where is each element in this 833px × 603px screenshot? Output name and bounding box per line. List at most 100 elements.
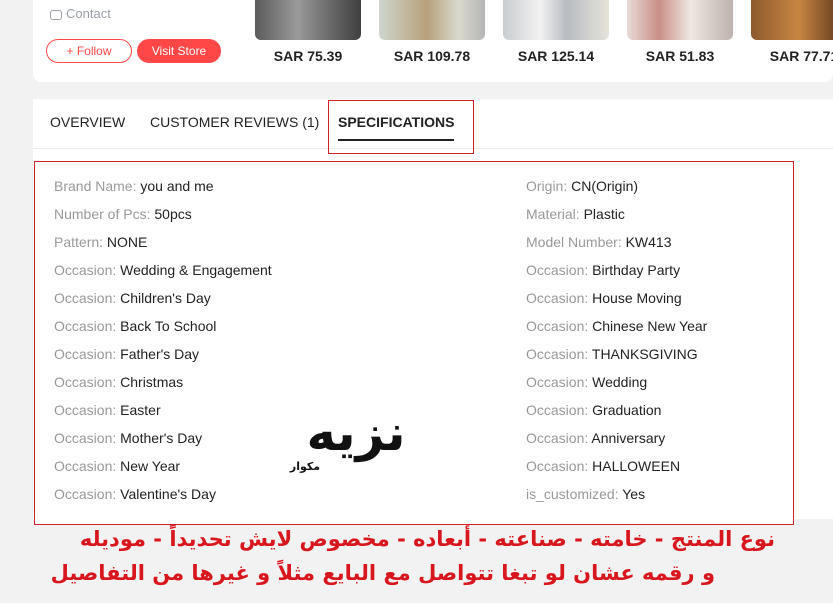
spec-value: you and me bbox=[140, 178, 214, 194]
spec-key: Occasion: bbox=[54, 290, 117, 306]
spec-value: Mother's Day bbox=[120, 430, 203, 446]
spec-key: Occasion: bbox=[54, 486, 117, 502]
spec-key: Occasion: bbox=[54, 318, 117, 334]
spec-value: 50pcs bbox=[154, 206, 192, 222]
spec-key: Occasion: bbox=[526, 430, 589, 446]
spec-value: Chinese New Year bbox=[592, 318, 708, 334]
specs-column-right: Origin: CN(Origin) Material: Plastic Mod… bbox=[526, 177, 707, 513]
spec-row: is_customized: Yes bbox=[526, 485, 707, 513]
product-thumbnail[interactable] bbox=[751, 0, 833, 40]
spec-value: New Year bbox=[120, 458, 181, 474]
product-price: SAR 77.71 bbox=[769, 48, 833, 64]
spec-key: Occasion: bbox=[526, 346, 589, 362]
spec-row: Occasion: THANKSGIVING bbox=[526, 345, 707, 373]
product-thumbnail[interactable] bbox=[627, 0, 733, 40]
spec-row: Occasion: Wedding bbox=[526, 373, 707, 401]
spec-value: Wedding bbox=[592, 374, 648, 390]
spec-key: Occasion: bbox=[54, 402, 117, 418]
spec-key: Occasion: bbox=[54, 430, 117, 446]
spec-row: Occasion: Children's Day bbox=[54, 289, 272, 317]
spec-key: Pattern: bbox=[54, 234, 104, 250]
spec-key: Occasion: bbox=[526, 374, 589, 390]
watermark-logo: نزيه مكوار bbox=[289, 404, 406, 473]
product-thumbnail[interactable] bbox=[503, 0, 609, 40]
spec-value: Easter bbox=[120, 402, 161, 418]
recommended-product[interactable]: SAR 75.39 bbox=[254, 0, 362, 64]
contact-link[interactable]: Contact bbox=[50, 6, 111, 21]
spec-value: House Moving bbox=[592, 290, 682, 306]
specs-column-left: Brand Name: you and me Number of Pcs: 50… bbox=[54, 177, 272, 513]
spec-key: Occasion: bbox=[526, 262, 589, 278]
spec-value: NONE bbox=[106, 234, 148, 250]
spec-row: Occasion: Back To School bbox=[54, 317, 272, 345]
follow-button[interactable]: + Follow bbox=[46, 39, 132, 63]
chat-icon bbox=[50, 9, 62, 20]
contact-label: Contact bbox=[66, 6, 111, 21]
spec-key: Occasion: bbox=[526, 318, 589, 334]
spec-row: Pattern: NONE bbox=[54, 233, 272, 261]
spec-value: CN(Origin) bbox=[571, 178, 639, 194]
spec-key: Origin: bbox=[526, 178, 568, 194]
spec-row: Model Number: KW413 bbox=[526, 233, 707, 261]
spec-value: Children's Day bbox=[120, 290, 211, 306]
spec-row: Occasion: House Moving bbox=[526, 289, 707, 317]
spec-row: Occasion: Birthday Party bbox=[526, 261, 707, 289]
spec-key: Occasion: bbox=[526, 290, 589, 306]
spec-row: Occasion: Valentine's Day bbox=[54, 485, 272, 513]
spec-value: Christmas bbox=[120, 374, 184, 390]
product-price: SAR 125.14 bbox=[517, 48, 595, 64]
spec-value: Plastic bbox=[583, 206, 625, 222]
spec-row: Occasion: Father's Day bbox=[54, 345, 272, 373]
recommended-product[interactable]: SAR 125.14 bbox=[502, 0, 610, 64]
spec-value: Graduation bbox=[592, 402, 662, 418]
spec-key: Model Number: bbox=[526, 234, 622, 250]
recommended-product[interactable]: SAR 109.78 bbox=[378, 0, 486, 64]
recommended-product[interactable]: SAR 77.71 bbox=[750, 0, 833, 64]
spec-value: Birthday Party bbox=[592, 262, 681, 278]
spec-key: Material: bbox=[526, 206, 580, 222]
spec-row: Occasion: New Year bbox=[54, 457, 272, 485]
spec-row: Occasion: Graduation bbox=[526, 401, 707, 429]
spec-key: Occasion: bbox=[54, 374, 117, 390]
spec-value: Father's Day bbox=[120, 346, 200, 362]
spec-key: Brand Name: bbox=[54, 178, 137, 194]
spec-value: Anniversary bbox=[591, 430, 666, 446]
product-price: SAR 75.39 bbox=[273, 48, 343, 64]
spec-row: Occasion: Easter bbox=[54, 401, 272, 429]
spec-key: Occasion: bbox=[54, 458, 117, 474]
spec-value: KW413 bbox=[625, 234, 672, 250]
spec-key: Occasion: bbox=[54, 346, 117, 362]
spec-value: Valentine's Day bbox=[120, 486, 216, 502]
visit-store-button[interactable]: Visit Store bbox=[137, 39, 221, 63]
spec-value: Back To School bbox=[120, 318, 217, 334]
spec-key: Occasion: bbox=[526, 402, 589, 418]
recommended-product[interactable]: SAR 51.83 bbox=[626, 0, 734, 64]
spec-row: Occasion: HALLOWEEN bbox=[526, 457, 707, 485]
spec-row: Origin: CN(Origin) bbox=[526, 177, 707, 205]
tab-customer-reviews[interactable]: CUSTOMER REVIEWS (1) bbox=[150, 99, 319, 145]
spec-key: Number of Pcs: bbox=[54, 206, 151, 222]
annotation-highlight-tab bbox=[328, 100, 474, 154]
spec-row: Brand Name: you and me bbox=[54, 177, 272, 205]
product-price: SAR 109.78 bbox=[393, 48, 471, 64]
spec-row: Occasion: Wedding & Engagement bbox=[54, 261, 272, 289]
spec-value: Yes bbox=[622, 486, 646, 502]
spec-key: is_customized: bbox=[526, 486, 619, 502]
product-price: SAR 51.83 bbox=[645, 48, 715, 64]
spec-row: Material: Plastic bbox=[526, 205, 707, 233]
spec-key: Occasion: bbox=[54, 262, 117, 278]
tab-overview[interactable]: OVERVIEW bbox=[50, 99, 125, 145]
spec-value: Wedding & Engagement bbox=[120, 262, 272, 278]
product-thumbnail[interactable] bbox=[255, 0, 361, 40]
spec-key: Occasion: bbox=[526, 458, 589, 474]
annotation-caption-line-2: و رقمه عشان لو تبغا تتواصل مع البايع مثل… bbox=[50, 561, 715, 585]
spec-value: HALLOWEEN bbox=[592, 458, 681, 474]
spec-row: Occasion: Chinese New Year bbox=[526, 317, 707, 345]
spec-row: Occasion: Mother's Day bbox=[54, 429, 272, 457]
spec-row: Number of Pcs: 50pcs bbox=[54, 205, 272, 233]
spec-row: Occasion: Anniversary bbox=[526, 429, 707, 457]
annotation-caption-line-1: نوع المنتج - خامته - صناعته - أبعاده - م… bbox=[79, 527, 775, 551]
watermark-subtitle: مكوار bbox=[289, 460, 320, 473]
product-thumbnail[interactable] bbox=[379, 0, 485, 40]
spec-value: THANKSGIVING bbox=[591, 346, 698, 362]
